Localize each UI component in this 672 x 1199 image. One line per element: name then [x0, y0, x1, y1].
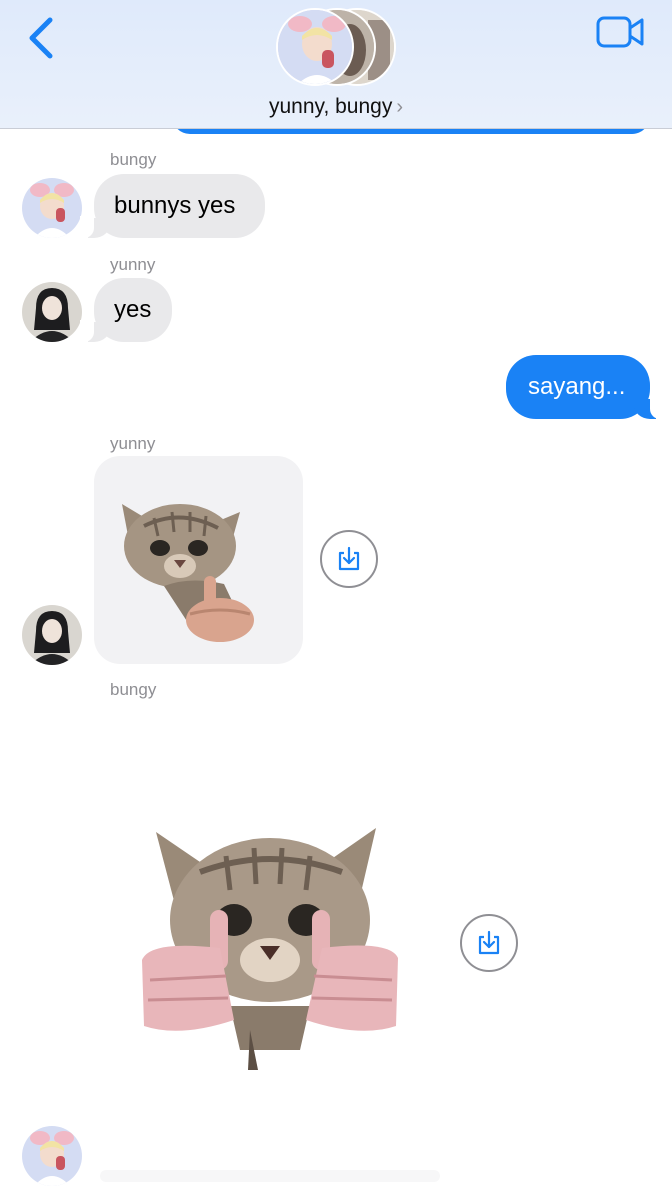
conversation-title-text: yunny, bungy	[268, 95, 393, 118]
kitten-sticker-large[interactable]	[130, 820, 410, 1080]
message-bubble-partial	[100, 1170, 440, 1182]
message-bubble-incoming[interactable]: yes	[80, 278, 172, 342]
sender-label: bungy	[110, 680, 157, 699]
avatar-bungy[interactable]	[22, 1126, 82, 1186]
sender-label: yunny	[110, 434, 156, 453]
sticker-message[interactable]	[94, 456, 303, 664]
avatar-yunny[interactable]	[22, 282, 82, 342]
save-sticker-button[interactable]	[460, 914, 518, 972]
back-button[interactable]	[22, 14, 62, 62]
sender-label: bungy	[110, 150, 157, 169]
chevron-left-icon	[29, 17, 53, 59]
message-bubble-incoming[interactable]: bunnys yes	[80, 174, 265, 238]
conversation-title[interactable]: yunny, bungy ›	[0, 95, 672, 119]
video-camera-icon	[596, 16, 644, 48]
avatar-yunny[interactable]	[22, 605, 82, 665]
message-text: bunnys yes	[114, 192, 236, 219]
download-icon	[338, 546, 360, 571]
sender-label: yunny	[110, 255, 156, 274]
avatar-bungy[interactable]	[22, 178, 82, 238]
group-avatar-stack[interactable]	[276, 8, 400, 90]
message-text: sayang...	[528, 373, 626, 400]
kitten-sticker-image	[122, 504, 254, 642]
message-text: yes	[114, 296, 152, 323]
save-sticker-button[interactable]	[320, 530, 378, 588]
facetime-video-button[interactable]	[596, 14, 646, 50]
avatar-bungy	[276, 8, 354, 86]
chevron-right-icon: ›	[396, 96, 404, 118]
download-icon	[478, 930, 500, 955]
message-bubble-outgoing[interactable]: sayang...	[506, 355, 664, 419]
conversation-header: yunny, bungy ›	[0, 0, 672, 129]
